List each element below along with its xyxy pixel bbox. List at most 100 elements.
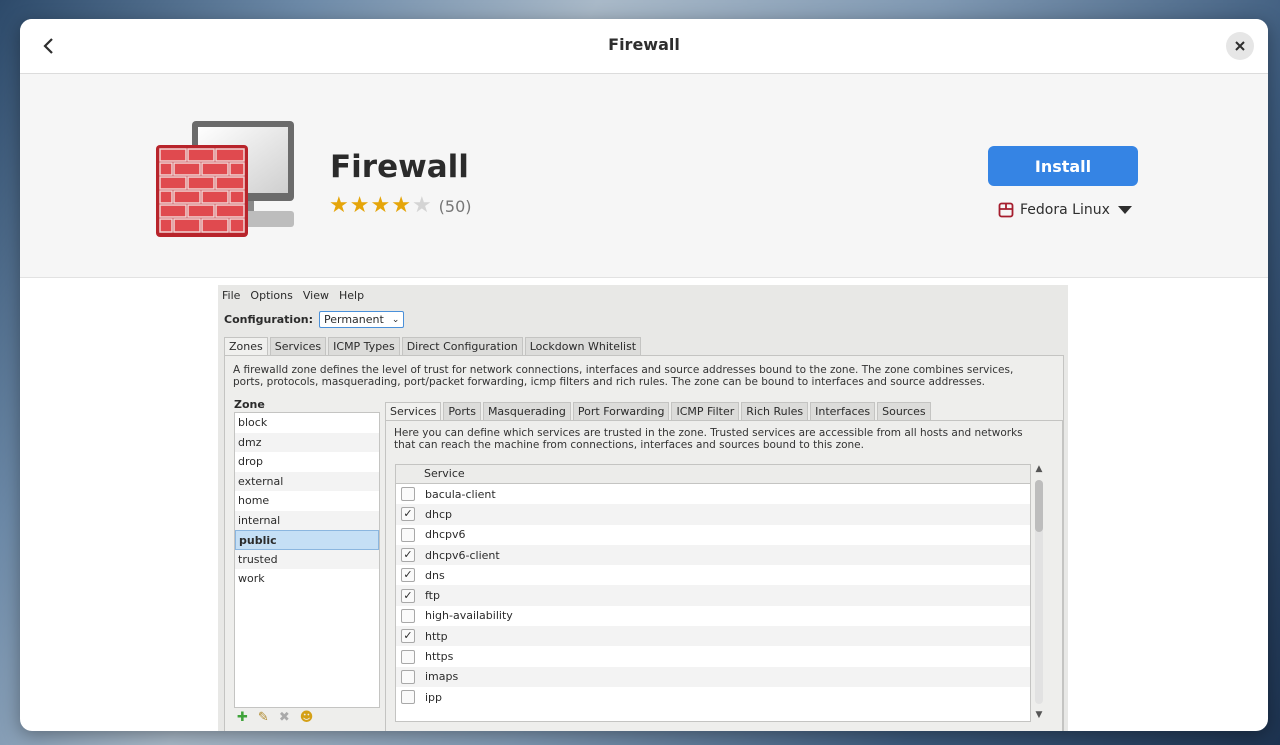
service-row: high-availability: [396, 606, 1030, 626]
load-defaults-icon: ☻: [299, 710, 314, 725]
zone-item: drop: [238, 455, 263, 468]
app-banner: Firewall ★★★★★ (50) Install Fedora Linux: [20, 74, 1268, 278]
zone-tabs: Services Ports Masquerading Port Forward…: [385, 402, 933, 420]
service-row: https: [396, 646, 1030, 666]
service-name: dhcp: [425, 507, 452, 521]
edit-icon: ✎: [257, 710, 269, 725]
service-name: dns: [425, 568, 445, 582]
configuration-row: Configuration: Permanent ⌄: [224, 311, 405, 328]
service-name: bacula-client: [425, 487, 496, 501]
star-filled-icon: ★: [391, 193, 411, 218]
menu-file: File: [222, 288, 241, 302]
configuration-value: Permanent: [323, 313, 384, 326]
caret-down-icon: [1117, 206, 1132, 214]
services-table: Service bacula-client ✓ dhcp dhcpv6 ✓ dhcpv6-…: [395, 464, 1031, 722]
star-filled-icon: ★: [329, 193, 349, 218]
service-row: ipp: [396, 687, 1030, 707]
configuration-label: Configuration:: [224, 313, 313, 326]
checkbox-unchecked: [401, 608, 415, 623]
zone-toolbar: ✚ ✎ ✖ ☻: [237, 710, 323, 725]
main-tabs: Zones Services ICMP Types Direct Configu…: [224, 337, 643, 355]
star-filled-icon: ★: [370, 193, 391, 218]
tab-zone-port-forwarding: Port Forwarding: [572, 402, 670, 420]
menu-help: Help: [338, 288, 365, 302]
service-name: http: [425, 629, 448, 643]
close-button[interactable]: [1226, 32, 1254, 60]
checkbox-unchecked: [401, 527, 415, 542]
header-bar: Firewall: [20, 19, 1268, 74]
menu-options: Options: [250, 288, 293, 302]
service-name: dhcpv6-client: [425, 548, 500, 562]
service-name: ftp: [425, 589, 440, 603]
services-panel: Here you can define which services are t…: [385, 420, 1063, 731]
services-scrollbar: ▲ ▼: [1032, 464, 1046, 720]
services-rows: bacula-client ✓ dhcp dhcpv6 ✓ dhcpv6-client ✓ d…: [396, 484, 1030, 707]
checkbox-checked: ✓: [401, 629, 415, 644]
zone-item: trusted: [235, 549, 379, 569]
tab-lockdown-whitelist: Lockdown Whitelist: [524, 337, 642, 355]
tab-zone-ports: Ports: [443, 402, 481, 420]
source-dropdown[interactable]: Fedora Linux: [998, 202, 1132, 218]
service-name: dhcpv6: [425, 528, 466, 542]
checkbox-unchecked: [401, 690, 415, 705]
zone-item: internal: [235, 510, 379, 530]
checkbox-unchecked: [401, 649, 415, 664]
checkbox-checked: ✓: [401, 548, 415, 563]
zone-item: block: [238, 416, 268, 429]
tab-zone-interfaces: Interfaces: [810, 402, 876, 420]
tab-direct-configuration: Direct Configuration: [401, 337, 523, 355]
close-icon: [1235, 41, 1245, 51]
service-column-header: Service: [396, 465, 1030, 484]
package-icon: [998, 202, 1014, 218]
tab-icmp-types: ICMP Types: [328, 337, 400, 355]
tab-zone-rich-rules: Rich Rules: [741, 402, 809, 420]
menubar: File Options View Help: [218, 285, 1068, 305]
zones-panel: A firewalld zone defines the level of tr…: [224, 355, 1064, 731]
checkbox-checked: ✓: [401, 507, 415, 522]
star-filled-icon: ★: [349, 193, 370, 218]
checkbox-checked: ✓: [401, 588, 415, 603]
star-empty-icon: ★: [411, 193, 432, 218]
source-label: Fedora Linux: [1020, 202, 1110, 218]
service-name: high-availability: [425, 609, 513, 623]
tab-zone-services: Services: [385, 402, 442, 420]
chevron-down-icon: ⌄: [391, 314, 400, 325]
service-name: imaps: [425, 670, 459, 684]
tab-zones: Zones: [224, 337, 268, 355]
zone-item: external: [235, 471, 379, 491]
firewall-app-icon: [156, 121, 294, 237]
zone-item: home: [238, 494, 270, 507]
zone-item: dmz: [235, 432, 379, 452]
zone-item-selected: public: [235, 530, 379, 550]
configuration-select: Permanent ⌄: [318, 311, 405, 328]
services-description: Here you can define which services are t…: [394, 427, 1023, 451]
checkbox-unchecked: [401, 487, 415, 502]
zone-header: Zone: [234, 398, 265, 411]
rating-stars: ★★★★★: [329, 195, 433, 217]
app-name: Firewall: [330, 149, 469, 185]
tab-zone-masquerading: Masquerading: [482, 402, 571, 420]
tab-services: Services: [269, 337, 327, 355]
scroll-down-icon: ▼: [1035, 710, 1043, 720]
service-row: bacula-client: [396, 484, 1030, 504]
service-row: ✓ http: [396, 626, 1030, 647]
zone-list: block dmz drop external home internal pu…: [234, 412, 380, 708]
install-button[interactable]: Install: [988, 146, 1138, 186]
zone-description: A firewalld zone defines the level of tr…: [233, 364, 1014, 388]
tab-zone-sources: Sources: [877, 402, 931, 420]
scroll-thumb: [1035, 480, 1043, 532]
zone-item: work: [238, 572, 265, 585]
checkbox-checked: ✓: [401, 568, 415, 583]
service-name: ipp: [425, 690, 443, 704]
remove-icon: ✖: [278, 710, 290, 725]
menu-view: View: [302, 288, 329, 302]
app-screenshot: File Options View Help Configuration: Pe…: [218, 285, 1068, 731]
scroll-track: [1035, 480, 1043, 704]
service-row: ✓ dhcp: [396, 504, 1030, 525]
review-count: (50): [438, 196, 472, 216]
window-title: Firewall: [608, 35, 680, 54]
service-row: imaps: [396, 666, 1030, 687]
service-row: ✓ dhcpv6-client: [396, 544, 1030, 566]
service-row: dhcpv6: [396, 525, 1030, 545]
rating: ★★★★★ (50): [329, 195, 472, 217]
